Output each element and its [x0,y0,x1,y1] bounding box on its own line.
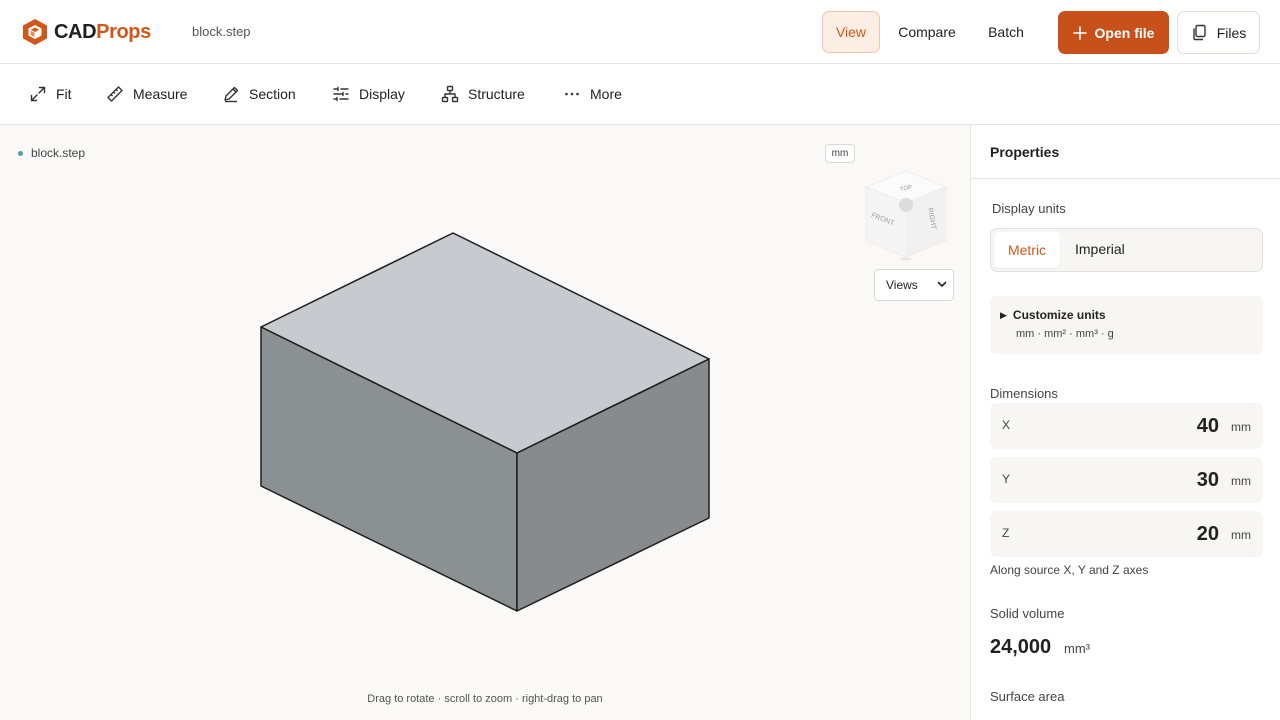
structure-tool[interactable]: Structure [441,82,525,106]
section-label: Section [249,86,296,102]
tool-bar: Fit Measure Section Display Structure Mo… [0,64,1280,125]
structure-label: Structure [468,86,525,102]
properties-panel: Properties Display units Metric Imperial… [970,125,1280,720]
nav-view-button[interactable]: View [822,11,880,53]
header-filename: block.step [192,24,251,39]
files-icon [1193,24,1206,41]
dimension-value: 30 [1196,469,1219,491]
more-label: More [590,86,622,102]
viewport-file-label: block.step [18,146,85,160]
fit-tool[interactable]: Fit [29,82,72,106]
more-dots-icon [565,92,579,96]
triangle-right-icon: ▶ [1000,309,1007,320]
customize-units-label: Customize units [1012,308,1106,322]
section-tool[interactable]: Section [222,82,296,106]
open-file-button[interactable]: Open file [1058,11,1169,54]
solid-volume-label: Solid volume [990,606,1065,621]
units-summary: mm · mm² · mm³ · g [1016,328,1114,340]
viewport-filename: block.step [31,146,86,160]
fit-label: Fit [56,86,72,102]
expand-icon [30,86,46,102]
dimension-value: 20 [1196,523,1219,545]
logo-text: CADProps [54,20,151,43]
dimension-axis: X [1002,418,1011,432]
views-dropdown-label: Views [886,278,918,292]
status-dot [18,150,23,156]
panel-divider [971,178,1280,179]
imperial-option[interactable]: Imperial [1075,241,1125,257]
dimension-unit: mm [1231,420,1251,434]
measure-tool[interactable]: Measure [106,82,187,106]
app-header: CADProps block.step View Compare Batch O… [0,0,1280,64]
dimension-unit: mm [1231,528,1251,542]
solid-volume-unit: mm³ [1064,641,1090,656]
display-label: Display [359,86,405,102]
files-button[interactable]: Files [1177,11,1260,54]
customize-units-toggle[interactable]: ▶ Customize units [1000,308,1106,322]
3d-viewport[interactable]: block.step mm TOP FRONT RIGHT Views Drag… [0,125,970,720]
app-logo[interactable]: CADProps [22,18,151,46]
dimension-row-x: X 40 mm [990,403,1263,449]
dimension-row-z: Z 20 mm [990,511,1263,557]
dimension-value: 40 [1196,415,1219,437]
sliders-icon [333,86,349,102]
surface-area-label: Surface area [990,689,1065,704]
chevron-down-icon [937,281,947,287]
nav-compare-button[interactable]: Compare [887,11,967,53]
viewport-hint: Drag to rotate · scroll to zoom · right-… [367,693,603,705]
dimension-unit: mm [1231,474,1251,488]
solid-volume-value: 24,000 [990,636,1052,658]
view-cube[interactable]: TOP FRONT RIGHT [860,167,952,263]
dimension-axis: Y [1002,472,1011,486]
units-toggle: Metric Imperial [990,228,1263,272]
display-tool[interactable]: Display [332,82,405,106]
block-model[interactable] [0,125,970,720]
hierarchy-icon [441,85,459,103]
display-units-label: Display units [992,201,1066,216]
metric-option[interactable]: Metric [994,232,1060,268]
unit-chip[interactable]: mm [825,144,855,163]
dimensions-note: Along source X, Y and Z axes [990,563,1149,577]
cube-logo-icon [23,19,47,45]
pencil-icon [224,86,239,103]
dimension-row-y: Y 30 mm [990,457,1263,503]
nav-batch-button[interactable]: Batch [977,11,1035,53]
files-label: Files [1216,24,1247,41]
open-file-label: Open file [1094,24,1155,41]
dimension-axis: Z [1002,526,1010,540]
measure-label: Measure [133,86,188,102]
customize-units-disclosure[interactable]: ▶ Customize units mm · mm² · mm³ · g [990,296,1263,354]
ruler-icon [107,86,123,102]
dimensions-label: Dimensions [990,386,1058,401]
plus-icon [1072,25,1087,40]
views-dropdown[interactable]: Views [874,269,954,301]
panel-title: Properties [990,144,1060,160]
more-tool[interactable]: More [563,82,622,106]
